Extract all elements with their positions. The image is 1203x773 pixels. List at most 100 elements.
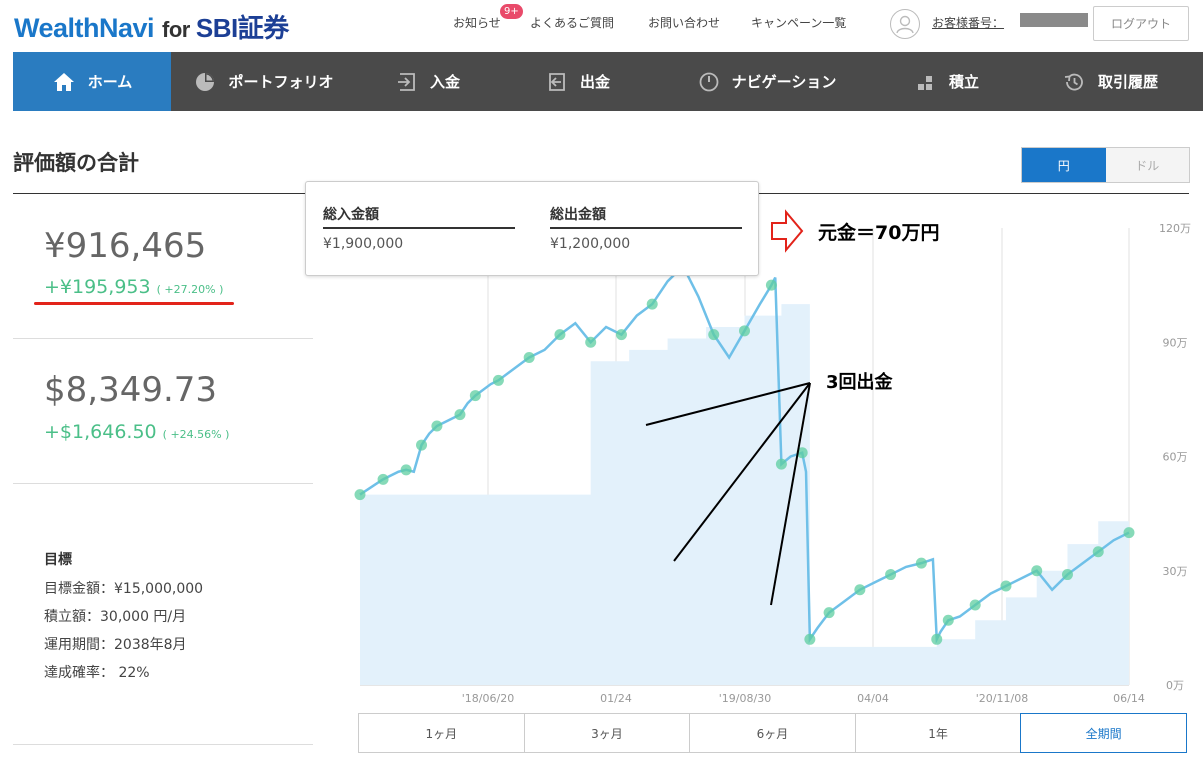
- data-point: [554, 329, 566, 341]
- summary-divider: [13, 744, 313, 745]
- summary-divider: [13, 338, 313, 339]
- user-icon: [896, 15, 914, 34]
- x-tick-label: '20/11/08: [976, 692, 1028, 705]
- accumulate-icon: [917, 75, 932, 90]
- nav-label-withdraw: 出金: [579, 73, 610, 91]
- usd-gain-amount: +$1,646.50: [44, 421, 157, 443]
- usd-total-value: $8,349.73: [44, 370, 218, 410]
- y-tick-label: 120万: [1159, 222, 1191, 235]
- data-point: [775, 458, 787, 470]
- nav-label-deposit: 入金: [429, 73, 460, 91]
- withdrawal-annotation: 3回出金: [826, 372, 893, 393]
- y-tick-label: 90万: [1163, 336, 1188, 349]
- logo-for: for: [162, 17, 190, 42]
- data-point: [931, 633, 943, 645]
- x-tick-label: '19/08/30: [719, 692, 771, 705]
- data-point: [469, 390, 481, 402]
- customer-number-link[interactable]: お客様番号：: [932, 14, 1004, 31]
- avatar[interactable]: [890, 9, 920, 39]
- goal-title: 目標: [44, 552, 72, 568]
- nav-label-home: ホーム: [87, 73, 133, 91]
- data-point: [1031, 565, 1043, 577]
- nav-label-portfolio: ポートフォリオ: [228, 73, 334, 91]
- withdraw-underline: [550, 227, 742, 229]
- withdraw-total-value: ¥1,200,000: [550, 236, 631, 252]
- data-point: [431, 420, 443, 432]
- currency-toggle: 円 ドル: [1021, 147, 1190, 183]
- data-point: [942, 614, 954, 626]
- nav-label-accumulate: 積立: [948, 73, 979, 91]
- withdraw-total-label: 総出金額: [550, 207, 606, 223]
- goal-period: 運用期間：2038年8月: [44, 637, 187, 653]
- faq-link[interactable]: よくあるご質問: [530, 14, 614, 31]
- nav-label-history: 取引履歴: [1097, 73, 1158, 91]
- pie-chart-icon: [196, 72, 215, 91]
- data-point: [823, 607, 835, 619]
- goal-amount: 目標金額：¥15,000,000: [44, 581, 204, 597]
- currency-yen-button[interactable]: 円: [1022, 148, 1106, 182]
- data-point: [416, 439, 428, 451]
- data-point: [915, 557, 927, 569]
- x-tick-label: '18/06/20: [462, 692, 514, 705]
- period-6m-button[interactable]: 6ヶ月: [689, 713, 856, 753]
- x-tick-label: 06/14: [1113, 692, 1145, 705]
- y-tick-label: 0万: [1166, 679, 1184, 692]
- data-point: [1123, 527, 1135, 539]
- data-point: [454, 409, 466, 421]
- data-point: [969, 599, 981, 611]
- notice-badge: 9+: [500, 4, 523, 19]
- y-tick-label: 30万: [1163, 565, 1188, 578]
- nav-accumulate[interactable]: 積立: [877, 52, 1017, 111]
- home-icon: [53, 72, 74, 91]
- nav-home[interactable]: ホーム: [13, 52, 171, 111]
- deposit-icon: [397, 72, 415, 91]
- contact-link[interactable]: お問い合わせ: [648, 14, 720, 31]
- principal-annotation: 元金＝70万円: [818, 222, 940, 244]
- data-point: [400, 464, 412, 476]
- arrow-annotation: [771, 209, 804, 253]
- data-point: [354, 489, 366, 501]
- period-all-button[interactable]: 全期間: [1020, 713, 1187, 753]
- usd-gain: +$1,646.50 ( +24.56% ): [44, 421, 229, 443]
- notice-link[interactable]: お知らせ: [453, 14, 501, 31]
- data-point: [804, 633, 816, 645]
- x-tick-label: 04/04: [857, 692, 889, 705]
- y-tick-label: 60万: [1163, 451, 1188, 464]
- jpy-total-value: ¥916,465: [44, 226, 207, 266]
- logo[interactable]: WealthNavi for SBI証券: [14, 8, 289, 45]
- nav-deposit[interactable]: 入金: [357, 52, 499, 111]
- x-axis-labels: '18/06/20 01/24 '19/08/30 04/04 '20/11/08 06/…: [462, 692, 1145, 705]
- data-point: [708, 329, 720, 341]
- withdraw-icon: [549, 72, 565, 91]
- page-title: 評価額の合計: [13, 151, 139, 175]
- data-point: [854, 584, 866, 596]
- data-point: [1000, 580, 1012, 592]
- nav-portfolio[interactable]: ポートフォリオ: [171, 52, 357, 111]
- jpy-gain: +¥195,953 ( +27.20% ): [44, 276, 223, 298]
- period-1m-button[interactable]: 1ヶ月: [358, 713, 525, 753]
- period-1y-button[interactable]: 1年: [854, 713, 1022, 753]
- data-point: [585, 336, 597, 348]
- nav-navigation[interactable]: ナビゲーション: [657, 52, 877, 111]
- data-point: [615, 329, 627, 341]
- nav-history[interactable]: 取引履歴: [1017, 52, 1203, 111]
- main-nav: ホーム ポートフォリオ 入金 出金 ナビゲーション 積立 取引履歴: [13, 52, 1203, 111]
- history-icon: [1064, 73, 1083, 90]
- jpy-gain-amount: +¥195,953: [44, 276, 151, 298]
- chart-tooltip: 総入金額 ¥1,900,000 総出金額 ¥1,200,000: [305, 181, 759, 276]
- goal-probability: 達成確率： 22%: [44, 665, 150, 681]
- logout-button[interactable]: ログアウト: [1093, 6, 1189, 41]
- logo-partner: SBI証券: [195, 13, 289, 43]
- nav-label-navigation: ナビゲーション: [731, 73, 837, 91]
- data-point: [1092, 546, 1104, 558]
- jpy-gain-percent: ( +27.20% ): [156, 283, 224, 296]
- data-point: [492, 374, 504, 386]
- currency-dollar-button[interactable]: ドル: [1105, 148, 1189, 182]
- red-underline-annotation: [34, 302, 234, 305]
- campaign-link[interactable]: キャンペーン一覧: [751, 14, 846, 31]
- deposit-total-value: ¥1,900,000: [323, 236, 404, 252]
- usd-gain-percent: ( +24.56% ): [162, 428, 230, 441]
- period-3m-button[interactable]: 3ヶ月: [523, 713, 691, 753]
- nav-withdraw[interactable]: 出金: [499, 52, 657, 111]
- y-axis-labels: 0万 30万 60万 90万 120万: [1159, 222, 1191, 692]
